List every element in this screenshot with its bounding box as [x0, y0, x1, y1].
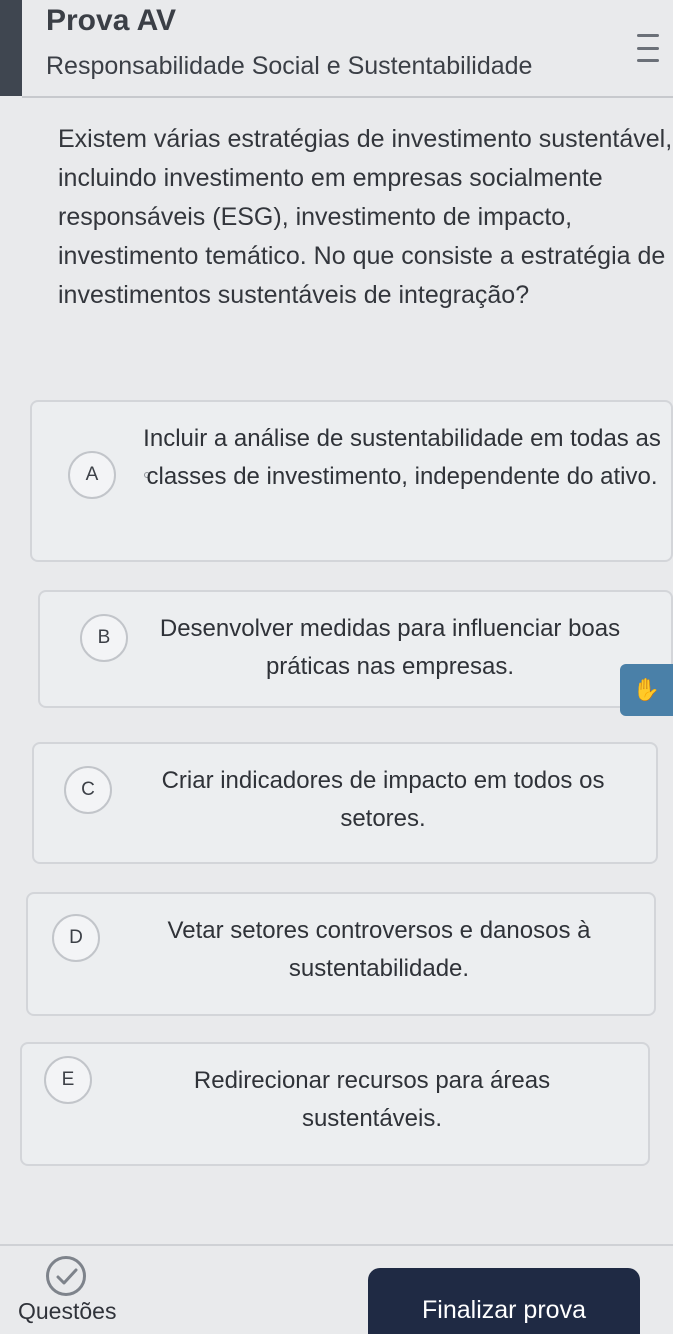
hamburger-menu-icon[interactable] [637, 34, 659, 62]
finish-exam-button[interactable]: Finalizar prova [368, 1268, 640, 1334]
header-divider [22, 96, 673, 98]
option-letter-e: E [44, 1056, 92, 1104]
option-a[interactable]: A Incluir a análise de sustentabilidade … [30, 400, 673, 562]
option-text-a: Incluir a análise de sustentabilidade em… [143, 425, 661, 490]
option-letter-a: A [68, 451, 116, 499]
option-letter-c: C [64, 766, 112, 814]
option-d[interactable]: D Vetar setores controversos e danosos à… [26, 892, 656, 1016]
header: Prova AV Responsabilidade Social e Suste… [0, 0, 673, 96]
footer-divider [0, 1244, 673, 1246]
side-strip [0, 0, 22, 96]
option-text-d: Vetar setores controversos e danosos à s… [167, 917, 591, 982]
option-text-b: Desenvolver medidas para influenciar boa… [159, 615, 621, 680]
questions-link[interactable]: Questões [18, 1298, 116, 1325]
exam-page: Prova AV Responsabilidade Social e Suste… [0, 0, 673, 1334]
page-title: Prova AV [46, 4, 177, 37]
option-letter-b: B [80, 614, 128, 662]
course-subtitle: Responsabilidade Social e Sustentabilida… [46, 52, 533, 80]
option-c[interactable]: C Criar indicadores de impacto em todos … [32, 742, 658, 864]
option-text-e: Redirecionar recursos para áreas sustent… [193, 1067, 551, 1132]
option-text-c: Criar indicadores de impacto em todos os… [161, 767, 605, 832]
option-letter-d: D [52, 914, 100, 962]
check-circle-icon[interactable] [46, 1256, 86, 1296]
option-e[interactable]: E Redirecionar recursos para áreas suste… [20, 1042, 650, 1166]
question-text: Existem várias estratégias de investimen… [58, 125, 673, 309]
option-b[interactable]: B Desenvolver medidas para influenciar b… [38, 590, 673, 708]
accessibility-hand-icon[interactable]: ✋ [620, 664, 673, 716]
